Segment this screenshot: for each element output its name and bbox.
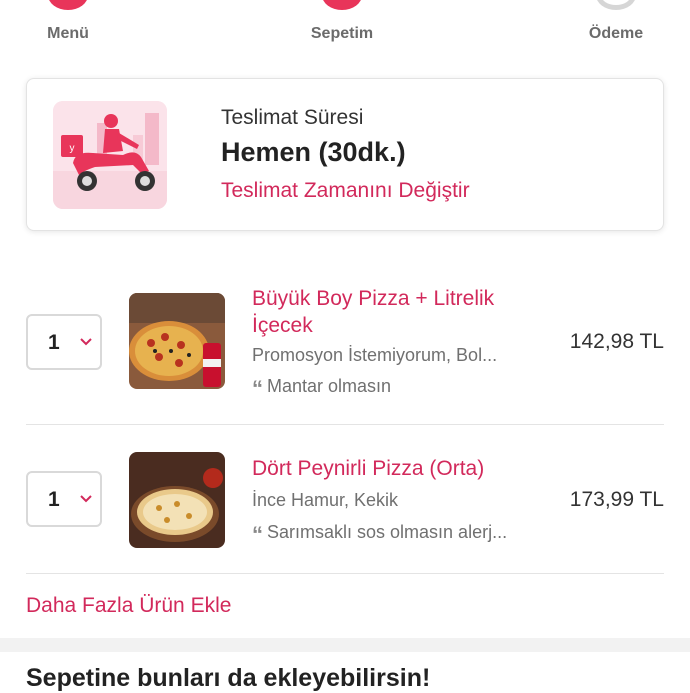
change-delivery-time-link[interactable]: Teslimat Zamanını Değiştir xyxy=(221,179,470,203)
item-image-pizza-combo xyxy=(129,293,225,389)
step-menu-dot xyxy=(48,0,88,10)
delivery-time-value: Hemen (30dk.) xyxy=(221,137,406,167)
item-note-text: Sarımsaklı sos olmasın alerj... xyxy=(267,522,508,542)
divider xyxy=(26,424,664,425)
step-cart-label: Sepetim xyxy=(310,25,374,42)
step-menu-label: Menü xyxy=(47,25,89,42)
quote-icon: “ xyxy=(252,376,263,401)
quantity-selector[interactable]: 1 xyxy=(26,314,102,370)
section-separator xyxy=(0,638,690,652)
suggestions-title: Sepetine bunları da ekleyebilirsin! xyxy=(26,664,431,692)
item-name[interactable]: Dört Peynirli Pizza (Orta) xyxy=(252,455,552,482)
delivery-time-title: Teslimat Süresi xyxy=(221,106,364,129)
item-options: Promosyon İstemiyorum, Bol... xyxy=(252,345,498,365)
quantity-value: 1 xyxy=(48,331,60,354)
chevron-down-icon xyxy=(80,490,92,508)
cart-item: 1 Dört Peynirli Pizza (Orta) İnce Hamur,… xyxy=(26,446,664,556)
delivery-time-card: y Teslimat Süresi Hemen (30dk.) Teslimat… xyxy=(26,78,664,231)
step-payment-dot xyxy=(596,0,636,10)
delivery-scooter-illustration: y xyxy=(53,101,167,209)
quantity-value: 1 xyxy=(48,488,60,511)
add-more-items-link[interactable]: Daha Fazla Ürün Ekle xyxy=(26,594,231,618)
quote-icon: “ xyxy=(252,522,263,547)
item-note: “Sarımsaklı sos olmasın alerj... xyxy=(252,522,507,548)
item-note-text: Mantar olmasın xyxy=(267,376,392,396)
step-payment-label: Ödeme xyxy=(588,25,644,42)
item-image-four-cheese-pizza xyxy=(129,452,225,548)
checkout-steps: Menü Sepetim Ödeme xyxy=(0,0,690,60)
divider xyxy=(26,573,664,574)
item-price: 142,98 TL xyxy=(569,330,664,353)
item-name[interactable]: Büyük Boy Pizza + Litrelik İçecek xyxy=(252,285,532,339)
item-note: “Mantar olmasın xyxy=(252,376,391,402)
svg-text:y: y xyxy=(70,143,75,154)
step-cart-dot xyxy=(322,0,362,10)
chevron-down-icon xyxy=(80,333,92,351)
cart-item: 1 Büyük Boy Pizza + Litrelik İçecek Prom… xyxy=(26,285,664,401)
item-price: 173,99 TL xyxy=(569,488,664,511)
quantity-selector[interactable]: 1 xyxy=(26,471,102,527)
item-options: İnce Hamur, Kekik xyxy=(252,490,399,510)
